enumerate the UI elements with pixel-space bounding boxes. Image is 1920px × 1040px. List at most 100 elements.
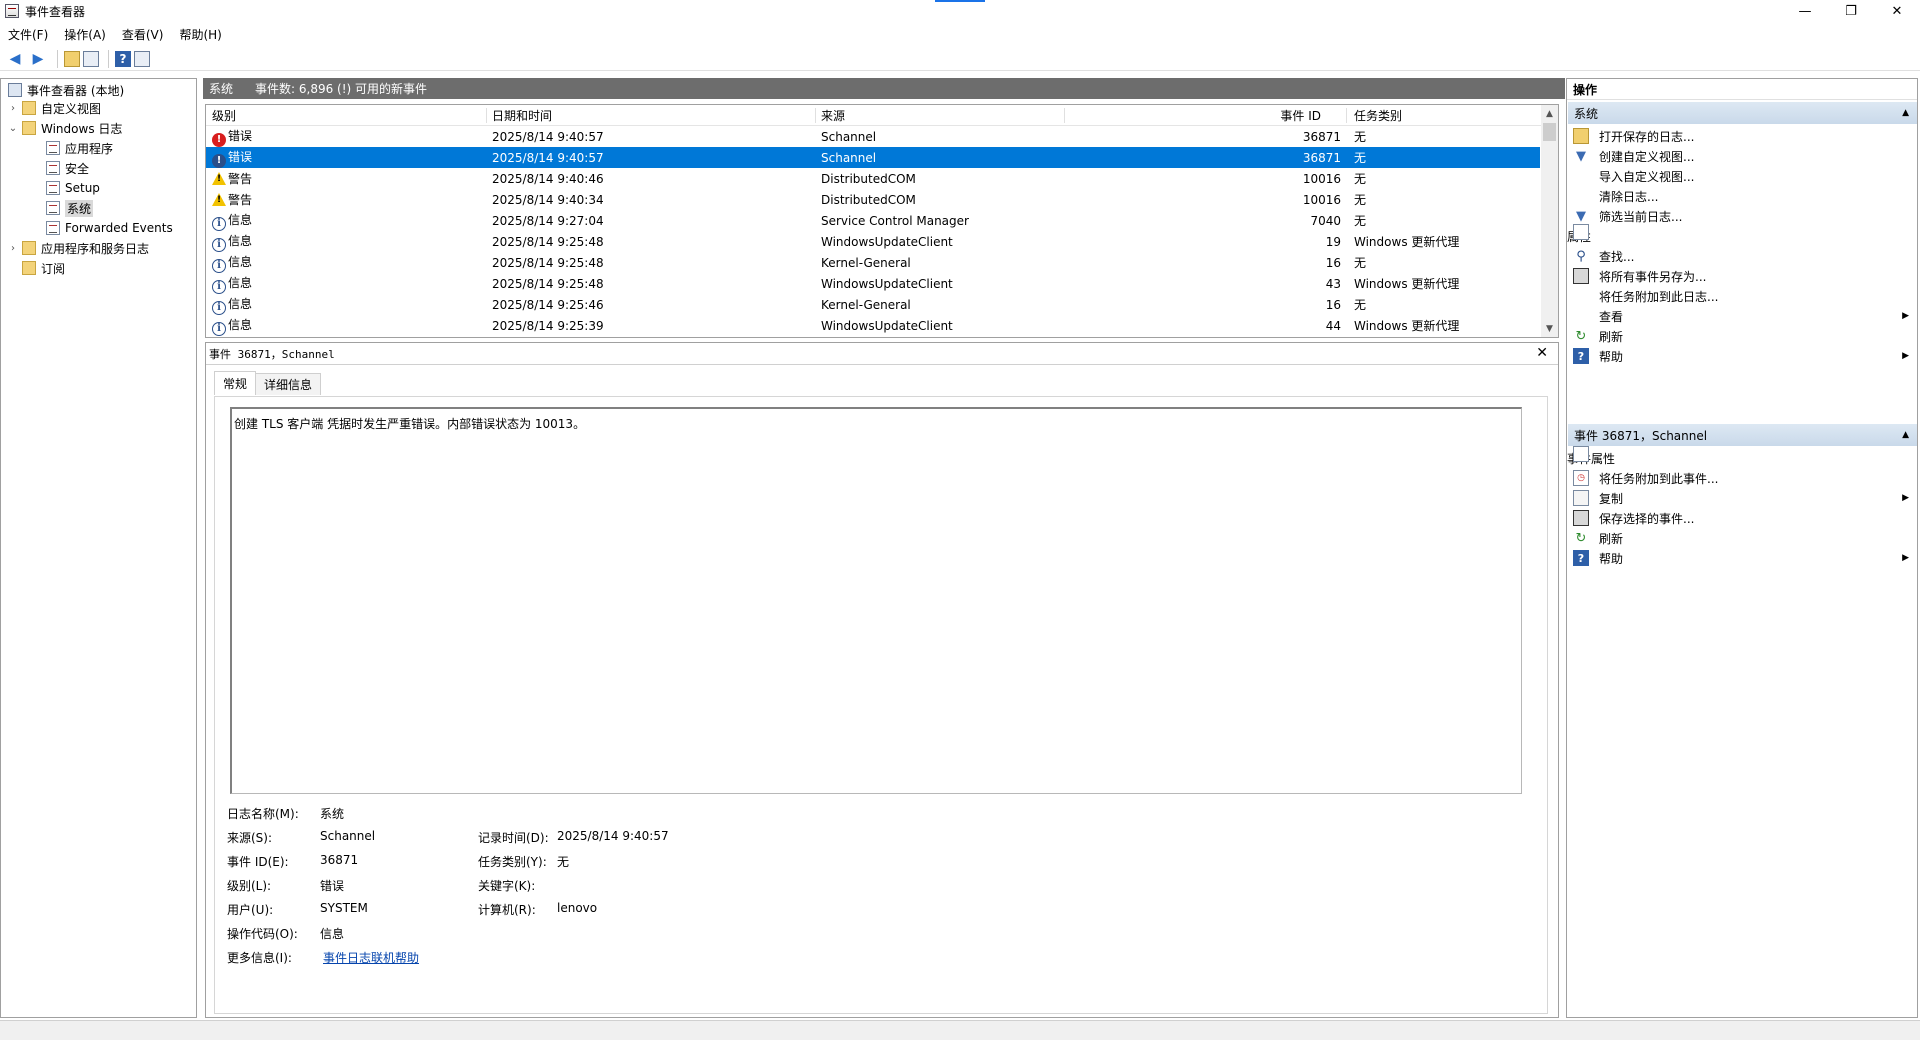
source-label: 来源(S):	[227, 831, 273, 845]
maximize-button[interactable]: ❐	[1828, 0, 1874, 22]
cell-task-category: 无	[1354, 151, 1367, 165]
keywords-label: 关键字(K):	[478, 879, 536, 893]
table-row[interactable]: i 信息 2025/8/14 9:25:48 WindowsUpdateClient 4…	[206, 273, 1540, 294]
cell-source: WindowsUpdateClient	[821, 276, 953, 291]
actions-section-log[interactable]: 系统 ▲	[1568, 102, 1917, 124]
tree-expander-icon[interactable]: ›	[7, 243, 19, 254]
cell-task-category: 无	[1354, 256, 1367, 270]
scroll-up-icon[interactable]: ▲	[1541, 105, 1558, 122]
show-hide-tree-icon[interactable]	[83, 50, 99, 67]
close-button[interactable]: ✕	[1874, 0, 1920, 22]
table-header: 级别 日期和时间 来源 事件 ID 任务类别	[206, 105, 1558, 126]
detail-close-icon[interactable]: ✕	[1536, 345, 1548, 361]
action-label: 帮助	[1599, 349, 1624, 364]
more-info-label: 更多信息(I):	[227, 951, 292, 965]
level-text: 信息	[228, 317, 253, 332]
cell-event-id: 36871	[1302, 150, 1341, 165]
tab-details[interactable]: 详细信息	[255, 373, 322, 395]
tree-item[interactable]: ⌄ Windows 日志	[7, 119, 122, 137]
column-divider[interactable]	[815, 108, 816, 123]
tree-item[interactable]: › 应用程序和服务日志	[7, 239, 149, 257]
help-icon[interactable]: ?	[115, 50, 131, 67]
help-icon: ?	[1573, 348, 1589, 364]
collapse-caret-icon[interactable]: ▲	[1902, 430, 1909, 440]
tree-expander-icon[interactable]: ›	[7, 103, 19, 114]
table-row[interactable]: ! 错误 2025/8/14 9:40:57 Schannel 36871 无	[206, 126, 1540, 147]
submenu-arrow-icon: ▶	[1902, 553, 1909, 563]
collapse-caret-icon[interactable]: ▲	[1902, 108, 1909, 118]
action-label: 导入自定义视图...	[1599, 169, 1695, 184]
table-row[interactable]: i 信息 2025/8/14 9:27:04 Service Control Mana…	[206, 210, 1540, 231]
tree-item[interactable]: 安全	[31, 159, 89, 177]
table-row[interactable]: i 信息 2025/8/14 9:25:39 WindowsUpdateClient 4…	[206, 315, 1540, 336]
tree-item[interactable]: 应用程序	[31, 139, 113, 157]
scroll-thumb[interactable]	[1543, 123, 1556, 141]
action-item[interactable]: ? 帮助 ▶	[1567, 344, 1917, 368]
tree-item-icon	[22, 241, 36, 255]
help-icon: ?	[1573, 550, 1589, 566]
tree-item[interactable]: 系统	[31, 199, 94, 217]
minimize-button[interactable]: —	[1782, 0, 1828, 22]
general-tab-body: 创建 TLS 客户端 凭据时发生严重错误。内部错误状态为 10013。 日志名称…	[214, 396, 1548, 1014]
tree-item[interactable]: Forwarded Events	[31, 219, 173, 237]
action-label: 将任务附加到此事件...	[1599, 471, 1719, 486]
column-date[interactable]: 日期和时间	[492, 107, 552, 124]
log-header-bar: 系统 事件数: 6,896 (!) 可用的新事件	[203, 78, 1565, 99]
user-value: SYSTEM	[320, 901, 368, 915]
cell-date: 2025/8/14 9:25:48	[492, 276, 604, 291]
tree-item[interactable]: Setup	[31, 179, 100, 197]
save-icon	[1573, 510, 1589, 526]
column-level[interactable]: 级别	[212, 107, 236, 124]
column-divider[interactable]	[1064, 108, 1065, 123]
section-log-title: 系统	[1574, 106, 1599, 121]
menu-view[interactable]: 查看(V)	[122, 26, 164, 43]
tree-item[interactable]: 订阅	[7, 259, 65, 277]
up-folder-icon[interactable]	[64, 50, 80, 67]
level-text: 错误	[228, 128, 253, 143]
window-title: 事件查看器	[25, 4, 86, 19]
back-arrow-icon[interactable]: ◀	[5, 49, 25, 69]
menu-file[interactable]: 文件(F)	[8, 26, 48, 43]
cell-date: 2025/8/14 9:40:34	[492, 192, 604, 207]
toolbar-divider	[57, 49, 58, 68]
column-event-id[interactable]: 事件 ID	[1251, 107, 1321, 124]
action-item[interactable]: ? 帮助 ▶	[1567, 546, 1917, 570]
tree-item-icon	[46, 141, 60, 155]
action-label: 帮助	[1599, 551, 1624, 566]
menu-help[interactable]: 帮助(H)	[179, 26, 221, 43]
forward-arrow-icon[interactable]: ▶	[28, 49, 48, 69]
menu-bar: 文件(F) 操作(A) 查看(V) 帮助(H)	[0, 24, 1920, 44]
tree-item[interactable]: › 自定义视图	[7, 99, 101, 117]
menu-action[interactable]: 操作(A)	[64, 26, 106, 43]
cell-event-id: 16	[1325, 255, 1341, 270]
tree-item-label: 安全	[65, 161, 90, 176]
show-hide-action-pane-icon[interactable]	[134, 50, 150, 67]
table-row[interactable]: ! 警告 2025/8/14 9:40:46 DistributedCOM 10016 无	[206, 168, 1540, 189]
column-divider[interactable]	[486, 108, 487, 123]
table-row[interactable]: ! 警告 2025/8/14 9:40:34 DistributedCOM 10016 无	[206, 189, 1540, 210]
events-scrollbar[interactable]: ▲ ▼	[1541, 105, 1558, 337]
cell-date: 2025/8/14 9:40:57	[492, 129, 604, 144]
event-description[interactable]: 创建 TLS 客户端 凭据时发生严重错误。内部错误状态为 10013。	[230, 407, 1522, 794]
online-help-link[interactable]: 事件日志联机帮助	[323, 949, 419, 966]
tree-root[interactable]: 事件查看器 (本地)	[5, 81, 124, 99]
actions-section-event[interactable]: 事件 36871，Schannel ▲	[1568, 424, 1917, 446]
tab-general[interactable]: 常规	[214, 371, 257, 395]
table-row[interactable]: i 信息 2025/8/14 9:25:48 Kernel-General 16 无	[206, 252, 1540, 273]
column-source[interactable]: 来源	[821, 107, 845, 124]
cell-level: i 信息	[212, 253, 252, 273]
tree-expander-icon[interactable]: ⌄	[7, 123, 19, 134]
column-task-category[interactable]: 任务类别	[1354, 107, 1402, 124]
column-divider[interactable]	[1346, 108, 1347, 123]
logged-value: 2025/8/14 9:40:57	[557, 829, 669, 843]
table-row[interactable]: i 信息 2025/8/14 9:25:48 WindowsUpdateClient 1…	[206, 231, 1540, 252]
level-text: 信息	[228, 233, 253, 248]
table-row[interactable]: ! 错误 2025/8/14 9:40:57 Schannel 36871 无	[206, 147, 1540, 168]
toolbar: ◀ ▶ ?	[0, 47, 1920, 71]
cell-event-id: 19	[1325, 234, 1341, 249]
scroll-down-icon[interactable]: ▼	[1541, 320, 1558, 337]
table-row[interactable]: i 信息 2025/8/14 9:25:46 Kernel-General 16 无	[206, 294, 1540, 315]
task-icon: ◷	[1573, 470, 1589, 486]
tree-item-label: 订阅	[41, 261, 66, 276]
status-bar	[0, 1020, 1920, 1040]
